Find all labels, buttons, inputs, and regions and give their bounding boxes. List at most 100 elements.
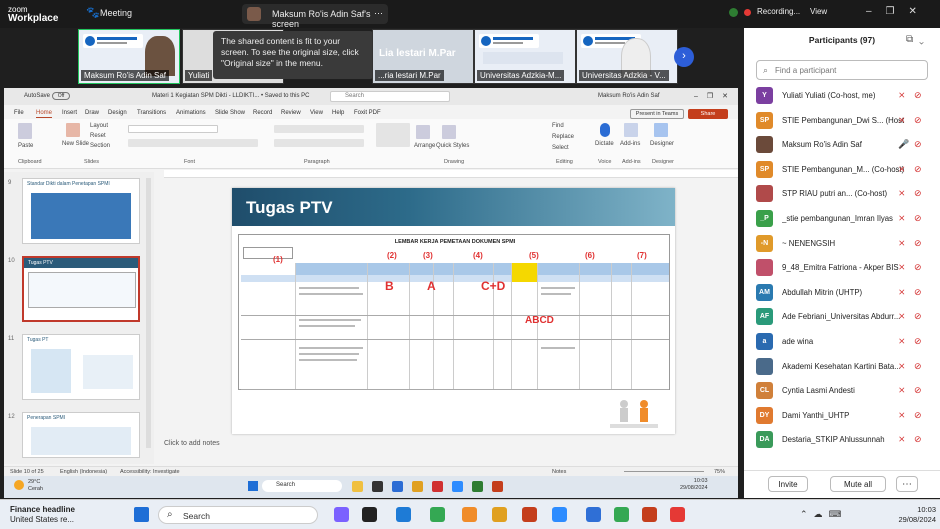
participant-row[interactable]: 9_48_Emitra Fatriona - Akper BIS ⨯ ⊘ [756, 257, 934, 279]
recording-status[interactable]: Recording... [757, 7, 800, 16]
tab-draw[interactable]: Draw [85, 110, 99, 116]
shapes-gallery[interactable] [376, 123, 410, 147]
paste-icon[interactable] [18, 123, 32, 139]
camera-off-icon[interactable]: ⊘ [914, 385, 926, 396]
participant-row[interactable]: Maksum Ro'is Adin Saf 🎤 ⊘ [756, 134, 934, 156]
select-button[interactable]: Select [552, 145, 569, 151]
zoom-icon[interactable] [452, 481, 463, 492]
language-status[interactable]: English (Indonesia) [60, 469, 107, 475]
camera-off-icon[interactable]: ⊘ [914, 115, 926, 126]
chrome-icon[interactable] [430, 507, 445, 522]
designer-icon[interactable] [654, 123, 668, 137]
office-icon[interactable] [522, 507, 537, 522]
tab-view[interactable]: View [310, 110, 323, 116]
ppt-user[interactable]: Maksum Ro'is Adin Saf [598, 93, 660, 99]
app-icon[interactable] [392, 481, 403, 492]
app-icon[interactable] [372, 481, 383, 492]
camera-off-icon[interactable]: ⊘ [914, 188, 926, 199]
notes-pane[interactable]: Click to add notes [164, 440, 220, 447]
more-options-button[interactable]: ⋯ [896, 476, 918, 492]
participant-row[interactable]: CL Cyntia Lasmi Andesti ⨯ ⊘ [756, 380, 934, 402]
window-controls[interactable]: –❐✕ [866, 6, 931, 17]
add-ins-icon[interactable] [624, 123, 638, 137]
thumbnail-scrollbar[interactable] [146, 178, 151, 448]
muted-microphone-icon[interactable]: ⨯ [898, 262, 908, 273]
find-button[interactable]: Find [552, 123, 564, 129]
accessibility-status[interactable]: Accessibility: Investigate [120, 469, 180, 475]
folder-icon[interactable] [412, 481, 423, 492]
tab-insert[interactable]: Insert [62, 110, 77, 116]
paragraph-buttons[interactable] [274, 125, 364, 133]
participant-row[interactable]: SP STIE Pembangunan_Dwi S... (Host) ⨯ ⊘ [756, 110, 934, 132]
muted-microphone-icon[interactable]: ⨯ [898, 213, 908, 224]
slide-thumbnail[interactable]: Standar Dikti dalam Penetapan SPMI [22, 178, 140, 244]
camera-off-icon[interactable]: ⊘ [914, 434, 926, 445]
muted-microphone-icon[interactable]: ⨯ [898, 90, 908, 101]
next-videos-button[interactable]: › [674, 47, 694, 67]
mute-all-button[interactable]: Mute all [830, 476, 886, 492]
camera-off-icon[interactable]: ⊘ [914, 262, 926, 273]
window-controls[interactable]: –❐✕ [694, 92, 737, 100]
tab-review[interactable]: Review [281, 110, 301, 116]
muted-microphone-icon[interactable]: ⨯ [898, 410, 908, 421]
muted-microphone-icon[interactable]: ⨯ [898, 164, 908, 175]
autosave-toggle[interactable]: Off [52, 92, 70, 100]
edge-icon[interactable] [396, 507, 411, 522]
video-tile[interactable]: Universitas Adzkia-M... [474, 29, 576, 84]
participant-row[interactable]: AF Ade Febriani_Universitas Abdurr... ⨯ ⊘ [756, 306, 934, 328]
participant-search-input[interactable]: ⌕ Find a participant [756, 60, 928, 80]
slide-thumbnail[interactable]: Penerapan SPMI [22, 412, 140, 458]
zoom-level[interactable]: 75% [714, 469, 725, 475]
folder-icon[interactable] [492, 507, 507, 522]
system-tray-icons[interactable]: ⌃☁⌨ [800, 509, 848, 520]
participant-row[interactable]: DA Destaria_STKIP Ahlussunnah ⨯ ⊘ [756, 429, 934, 451]
view-button[interactable]: View [810, 7, 827, 16]
news-widget[interactable]: Finance headline United States re... [10, 505, 75, 525]
weather-widget[interactable]: 29°C Cerah [28, 479, 43, 493]
tab-transitions[interactable]: Transitions [137, 110, 166, 116]
zoom-app-icon[interactable] [552, 507, 567, 522]
muted-microphone-icon[interactable]: ⨯ [898, 188, 908, 199]
microphone-icon[interactable]: 🎤 [898, 139, 909, 150]
section-button[interactable]: Section [90, 143, 110, 149]
tab-help[interactable]: Help [332, 110, 344, 116]
app-icon[interactable] [586, 507, 601, 522]
powerpoint-icon[interactable] [642, 507, 657, 522]
more-icon[interactable]: ⋯ [374, 8, 383, 19]
camera-off-icon[interactable]: ⊘ [914, 213, 926, 224]
ppt-share-button[interactable]: Share [688, 109, 728, 119]
task-view-icon[interactable] [362, 507, 377, 522]
video-tile[interactable]: Lia lestari M.Par ...ria lestari M.Par [372, 29, 474, 84]
camera-off-icon[interactable]: ⊘ [914, 311, 926, 322]
app-icon[interactable] [334, 507, 349, 522]
tab-slideshow[interactable]: Slide Show [215, 110, 245, 116]
camera-off-icon[interactable]: ⊘ [914, 164, 926, 175]
app-icon[interactable] [472, 481, 483, 492]
notes-toggle[interactable]: Notes [552, 469, 566, 475]
app-icon[interactable] [432, 481, 443, 492]
muted-microphone-icon[interactable]: ⨯ [898, 336, 908, 347]
system-clock[interactable]: 10:03 29/08/2024 [878, 505, 936, 525]
alignment-buttons[interactable] [274, 139, 364, 147]
panel-popout-close-icons[interactable]: ⧉⌄ [906, 34, 930, 45]
muted-microphone-icon[interactable]: ⨯ [898, 385, 908, 396]
replace-button[interactable]: Replace [552, 134, 574, 140]
app-icon[interactable] [614, 507, 629, 522]
muted-microphone-icon[interactable]: ⨯ [898, 238, 908, 249]
participant-row[interactable]: a ade wina ⨯ ⊘ [756, 331, 934, 353]
camera-off-icon[interactable]: ⊘ [914, 238, 926, 249]
camera-off-icon[interactable]: ⊘ [914, 287, 926, 298]
video-tile[interactable]: Maksum Ro'is Adin Saf [78, 29, 180, 84]
camera-off-icon[interactable]: ⊘ [914, 410, 926, 421]
meeting-menu[interactable]: Meeting [100, 8, 132, 18]
start-icon[interactable] [248, 481, 258, 491]
muted-microphone-icon[interactable]: ⨯ [898, 311, 908, 322]
video-tile[interactable]: Universitas Adzkia - V... [576, 29, 678, 84]
muted-microphone-icon[interactable]: ⨯ [898, 115, 908, 126]
firefox-icon[interactable] [462, 507, 477, 522]
camera-off-icon[interactable]: ⊘ [914, 90, 926, 101]
muted-microphone-icon[interactable]: ⨯ [898, 434, 908, 445]
layout-button[interactable]: Layout [90, 123, 108, 129]
participant-row[interactable]: AM Abdullah Mitrin (UHTP) ⨯ ⊘ [756, 282, 934, 304]
new-slide-icon[interactable] [66, 123, 80, 137]
